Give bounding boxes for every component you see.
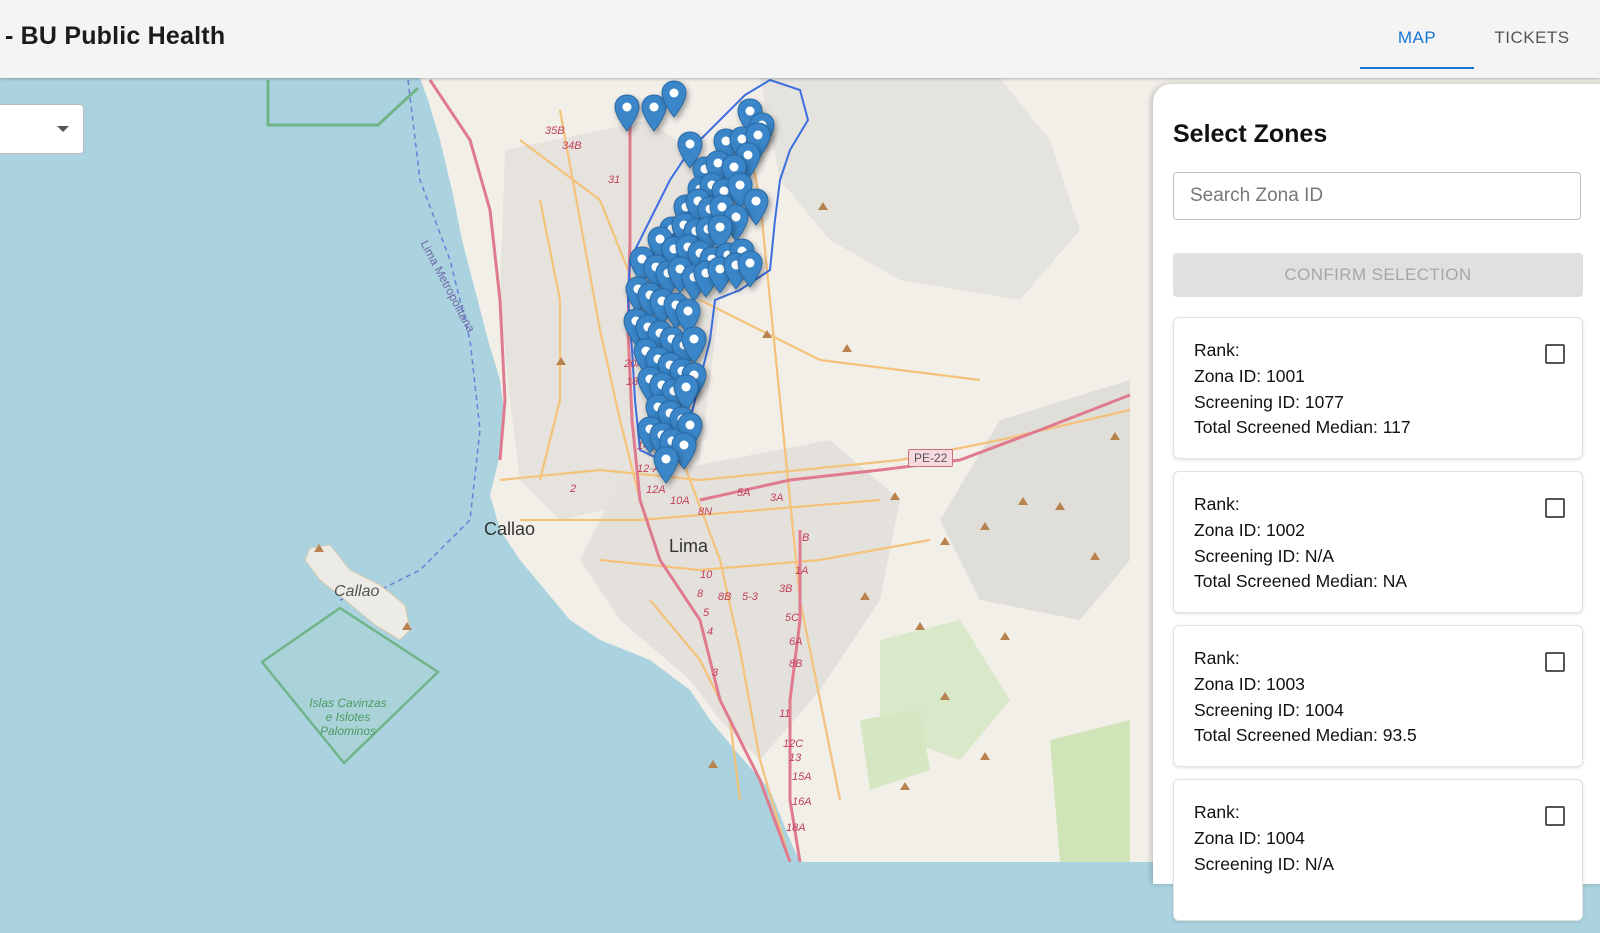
map-marker-icon[interactable] <box>661 80 687 118</box>
zone-id: Zona ID: 1003 <box>1194 674 1305 694</box>
zone-median: Total Screened Median: 93.5 <box>1194 725 1417 745</box>
map-marker-icon[interactable] <box>653 446 679 484</box>
zona-search-input[interactable] <box>1173 172 1581 220</box>
zone-screening-id: Screening ID: N/A <box>1194 854 1335 874</box>
tab-map[interactable]: MAP <box>1360 0 1474 69</box>
zone-checkbox[interactable] <box>1545 498 1565 518</box>
zone-rank: Rank: <box>1194 648 1240 668</box>
zone-card[interactable]: Rank: Zona ID: 1003 Screening ID: 1004 T… <box>1173 625 1583 767</box>
zone-screening-id: Screening ID: N/A <box>1194 546 1335 566</box>
map-layer-select[interactable] <box>0 104 84 154</box>
zone-id: Zona ID: 1001 <box>1194 366 1305 386</box>
zone-rank: Rank: <box>1194 340 1240 360</box>
zone-median: Total Screened Median: NA <box>1194 571 1408 591</box>
zone-checkbox[interactable] <box>1545 652 1565 672</box>
zone-rank: Rank: <box>1194 802 1240 822</box>
zone-card[interactable]: Rank: Zona ID: 1004 Screening ID: N/A <box>1173 779 1583 921</box>
zone-checkbox[interactable] <box>1545 344 1565 364</box>
zone-id: Zona ID: 1004 <box>1194 828 1305 848</box>
zone-id: Zona ID: 1002 <box>1194 520 1305 540</box>
app-title: - BU Public Health <box>5 22 226 50</box>
zone-card[interactable]: Rank: Zona ID: 1002 Screening ID: N/A To… <box>1173 471 1583 613</box>
zone-checkbox[interactable] <box>1545 806 1565 826</box>
zone-rank: Rank: <box>1194 494 1240 514</box>
zone-card[interactable]: Rank: Zona ID: 1001 Screening ID: 1077 T… <box>1173 317 1583 459</box>
map-marker-icon[interactable] <box>614 94 640 132</box>
map-marker-layer <box>0 78 1130 862</box>
panel-title: Select Zones <box>1173 120 1328 148</box>
zone-selection-panel: Select Zones CONFIRM SELECTION Rank: Zon… <box>1153 84 1600 921</box>
zone-screening-id: Screening ID: 1004 <box>1194 700 1344 720</box>
active-tab-indicator <box>1360 67 1474 69</box>
zone-list: Rank: Zona ID: 1001 Screening ID: 1077 T… <box>1173 317 1583 933</box>
zone-median: Total Screened Median: 117 <box>1194 417 1411 437</box>
confirm-selection-button[interactable]: CONFIRM SELECTION <box>1173 253 1583 297</box>
chevron-down-icon <box>57 126 69 132</box>
zone-screening-id: Screening ID: 1077 <box>1194 392 1344 412</box>
tab-tickets[interactable]: TICKETS <box>1474 0 1590 69</box>
app-bar: - BU Public Health MAP TICKETS <box>0 0 1600 78</box>
map-marker-icon[interactable] <box>737 250 763 288</box>
